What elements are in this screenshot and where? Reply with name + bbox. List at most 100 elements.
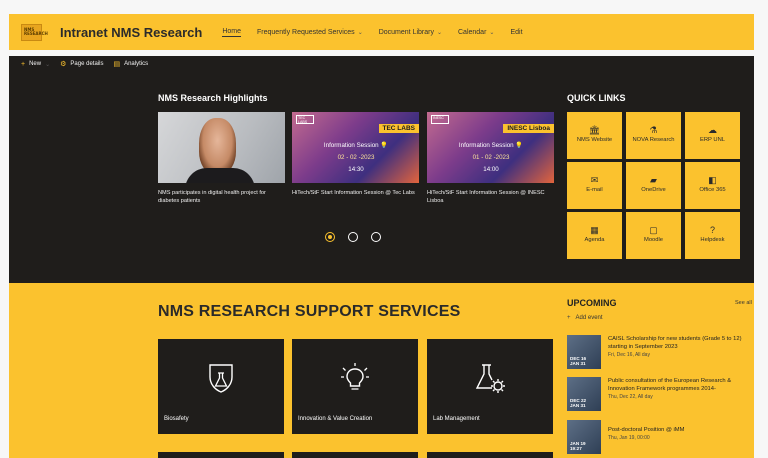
- quick-link-label: ERP UNL: [699, 137, 726, 143]
- site-logo[interactable]: NMS RESEARCH: [21, 23, 48, 41]
- nav-label: Frequently Requested Services: [257, 28, 355, 36]
- command-bar: + New ⌄ ⚙ Page details ▤ Analytics: [9, 56, 754, 72]
- flask-icon: ⚗: [649, 125, 658, 135]
- question-icon: ?: [709, 225, 715, 235]
- event-date: 02 - 02 -2023: [337, 154, 375, 161]
- quick-link-office-365[interactable]: ◧ Office 365: [685, 162, 740, 209]
- highlight-caption: HiTech/StF Start Information Session @ T…: [292, 190, 415, 196]
- flask-gear-icon: [475, 364, 505, 393]
- new-button[interactable]: + New ⌄: [21, 61, 50, 68]
- services-title: NMS RESEARCH SUPPORT SERVICES: [158, 303, 461, 320]
- nav-document-library[interactable]: Document Library ⌄: [379, 29, 442, 36]
- service-tile-biosafety[interactable]: Biosafety: [158, 339, 284, 434]
- service-label: Lab Management: [433, 416, 480, 422]
- plus-icon: +: [567, 315, 571, 321]
- event-date: Fri, Dec 16, All day: [608, 352, 650, 358]
- nav-edit[interactable]: Edit: [510, 29, 522, 36]
- event-details: Public consultation of the European Rese…: [608, 377, 750, 401]
- service-tile-lab-management[interactable]: Lab Management: [427, 339, 553, 434]
- highlight-card-digital-health[interactable]: NMS participates in digital health proje…: [158, 112, 285, 205]
- event-item[interactable]: JAN 19 19:27 Post-doctoral Position @ iMM…: [567, 420, 752, 454]
- new-label: New: [29, 61, 42, 67]
- service-tile-partial[interactable]: [427, 452, 553, 458]
- service-label: Innovation & Value Creation: [298, 416, 373, 422]
- highlight-card-tec-labs[interactable]: TEC LABS TEC LABS Information Session 💡 …: [292, 112, 419, 197]
- site-title[interactable]: Intranet NMS Research: [60, 25, 202, 40]
- carousel-dot-2[interactable]: [348, 232, 358, 242]
- quick-link-moodle[interactable]: ▢ Moodle: [626, 212, 681, 259]
- office-icon: ◧: [708, 175, 717, 185]
- gear-icon: ⚙: [60, 61, 67, 68]
- biosafety-shield-icon: [209, 364, 233, 393]
- logo-text: NMS RESEARCH: [24, 26, 48, 36]
- outlook-icon: ✉: [590, 175, 599, 185]
- bulb-icon: 💡: [515, 142, 524, 149]
- event-session: Information Session 💡: [443, 140, 539, 152]
- service-tile-partial[interactable]: [158, 452, 284, 458]
- service-tile-partial[interactable]: [292, 452, 418, 458]
- quick-link-email[interactable]: ✉ E-mail: [567, 162, 622, 209]
- bulb-icon: 💡: [380, 142, 389, 149]
- nav-label: Home: [222, 27, 242, 35]
- nav-home[interactable]: Home: [222, 27, 242, 37]
- quick-link-nms-website[interactable]: 🏛 NMS Website: [567, 112, 622, 159]
- quick-link-label: Agenda: [584, 237, 605, 243]
- quick-link-erp-unl[interactable]: ☁ ERP UNL: [685, 112, 740, 159]
- highlight-photo: [158, 112, 285, 183]
- analytics-button[interactable]: ▤ Analytics: [113, 60, 148, 68]
- chevron-down-icon: ⌄: [436, 29, 442, 36]
- highlight-card-inesc[interactable]: INESC INESC Lisboa Information Session 💡…: [427, 112, 554, 205]
- add-event-button[interactable]: + Add event: [567, 315, 603, 321]
- quick-link-label: E-mail: [586, 187, 603, 193]
- event-banner: INESC INESC Lisboa Information Session 💡…: [427, 112, 554, 183]
- event-item[interactable]: DEC 22 JAN 31 Public consultation of the …: [567, 377, 752, 411]
- event-session-text: Information Session: [458, 142, 514, 149]
- event-info: Information Session 💡 02 - 02 -2023 14:3…: [308, 140, 404, 176]
- event-thumbnail: DEC 16 JAN 31: [567, 335, 601, 369]
- service-label: Biosafety: [164, 416, 189, 422]
- event-thumb-date: JAN 19 19:27: [570, 441, 586, 451]
- event-thumb-date: DEC 16 JAN 31: [570, 356, 587, 366]
- quick-link-label: OneDrive: [641, 187, 666, 193]
- quick-link-label: NOVA Research: [632, 137, 675, 143]
- quick-link-label: Office 365: [699, 187, 726, 193]
- analytics-label: Analytics: [124, 61, 149, 67]
- service-tile-innovation[interactable]: Innovation & Value Creation: [292, 339, 418, 434]
- top-navigation: Home Frequently Requested Services ⌄ Docu…: [222, 27, 523, 37]
- quick-link-helpdesk[interactable]: ? Helpdesk: [685, 212, 740, 259]
- highlight-caption: NMS participates in digital health proje…: [158, 190, 266, 204]
- event-details: CAISL Scholarship for new students (Grad…: [608, 335, 750, 359]
- see-all-link[interactable]: See all: [735, 300, 752, 306]
- nav-frequently-requested-services[interactable]: Frequently Requested Services ⌄: [257, 29, 363, 36]
- upcoming-title: UPCOMING: [567, 298, 617, 308]
- page-details-label: Page details: [70, 61, 104, 67]
- quick-link-label: Helpdesk: [700, 237, 725, 243]
- event-thumb-date: DEC 22 JAN 31: [570, 398, 587, 408]
- event-info: Information Session 💡 01 - 02 -2023 14:0…: [443, 140, 539, 176]
- event-item[interactable]: DEC 16 JAN 31 CAISL Scholarship for new s…: [567, 335, 752, 369]
- event-title: Post-doctoral Position @ iMM: [608, 427, 685, 433]
- quick-link-onedrive[interactable]: ▰ OneDrive: [626, 162, 681, 209]
- highlight-caption: HiTech/StF Start Information Session @ I…: [427, 190, 545, 204]
- chevron-down-icon: ⌄: [489, 29, 495, 36]
- page-details-button[interactable]: ⚙ Page details: [60, 60, 103, 68]
- event-title: CAISL Scholarship for new students (Grad…: [608, 336, 742, 350]
- chevron-down-icon: ⌄: [357, 29, 363, 36]
- event-session-text: Information Session: [323, 142, 379, 149]
- event-title: Public consultation of the European Rese…: [608, 378, 732, 392]
- event-logo: INESC: [431, 115, 449, 124]
- event-date: Thu, Dec 22, All day: [608, 394, 653, 400]
- quick-links-grid: 🏛 NMS Website ⚗ NOVA Research ☁ ERP UNL ✉ E-…: [567, 112, 747, 259]
- nav-label: Edit: [510, 28, 523, 36]
- portrait-face: [199, 118, 236, 174]
- nav-calendar[interactable]: Calendar ⌄: [458, 29, 494, 36]
- event-thumbnail: DEC 22 JAN 31: [567, 377, 601, 411]
- lightbulb-icon: [341, 363, 369, 390]
- carousel-dot-3[interactable]: [371, 232, 381, 242]
- carousel-dot-1[interactable]: [325, 232, 335, 242]
- quick-link-agenda[interactable]: ▦ Agenda: [567, 212, 622, 259]
- event-time: 14:00: [483, 166, 499, 173]
- plus-icon: +: [21, 60, 26, 68]
- quick-link-label: NMS Website: [576, 137, 613, 143]
- quick-link-nova-research[interactable]: ⚗ NOVA Research: [626, 112, 681, 159]
